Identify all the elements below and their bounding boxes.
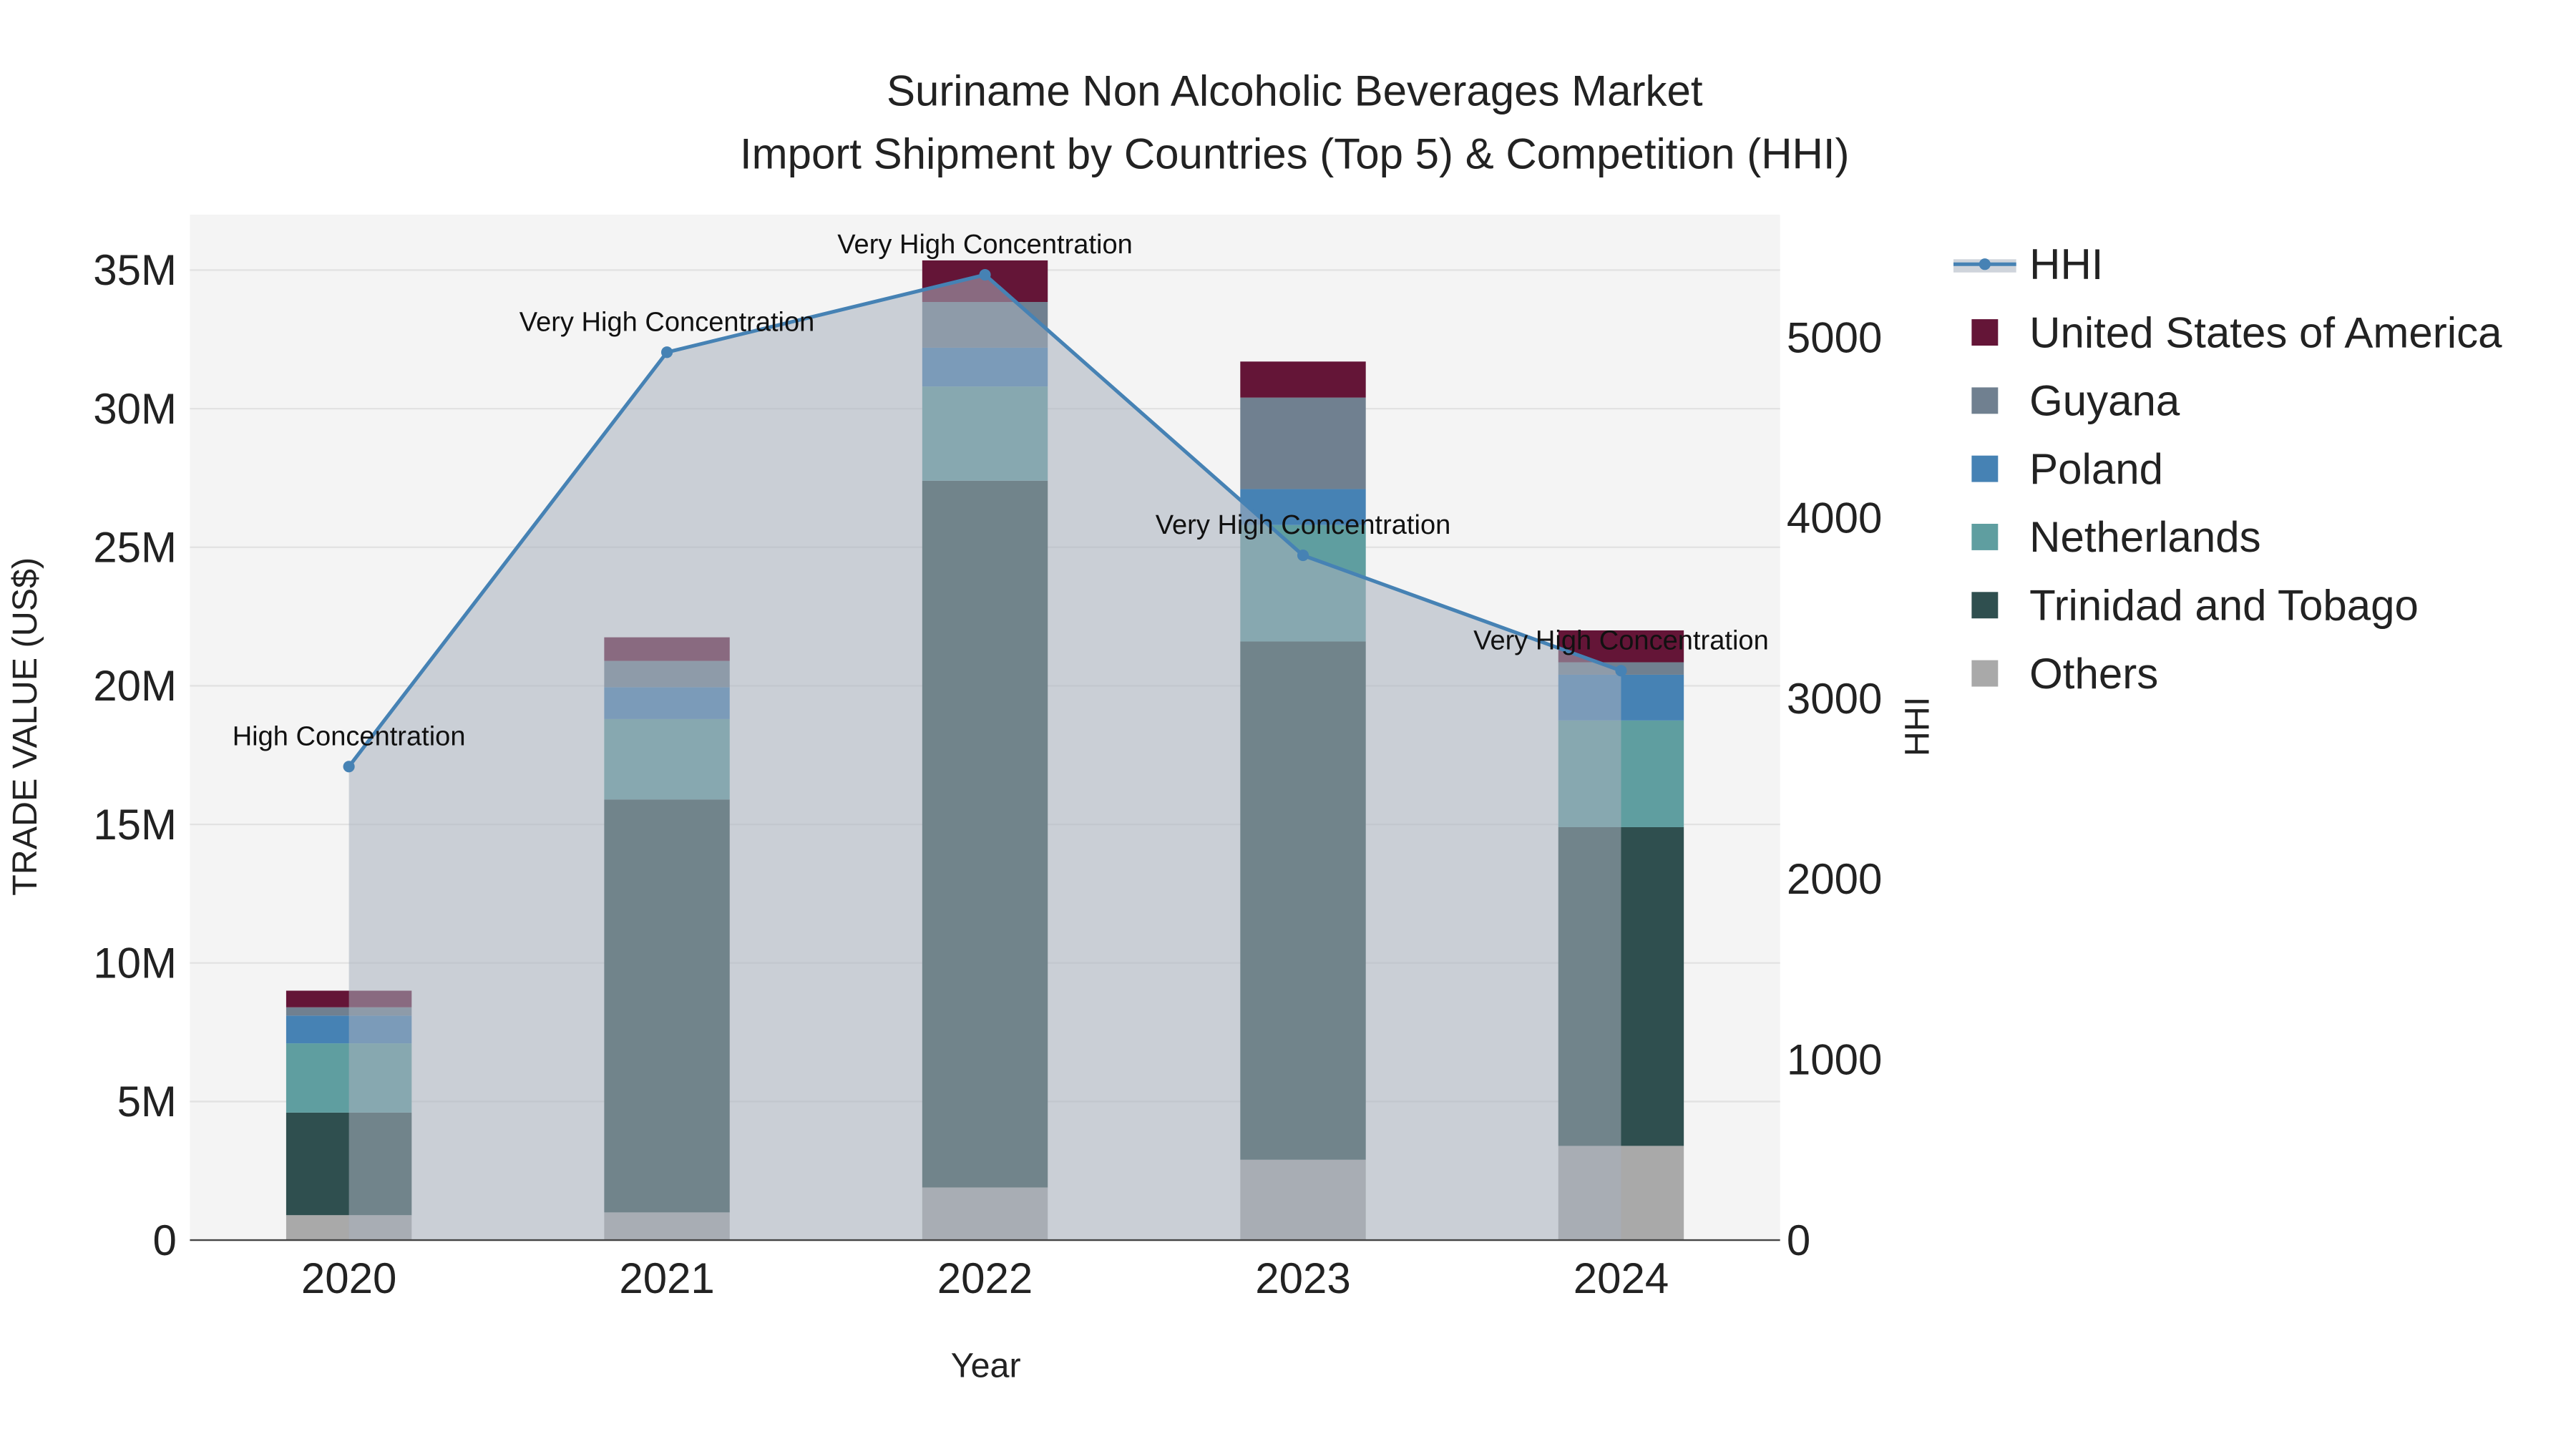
chart: Suriname Non Alcoholic Beverages Market … <box>6 67 2502 1385</box>
y2-tick-label: 5000 <box>1787 313 1882 361</box>
legend-swatch <box>1971 524 1999 550</box>
y-tick-label: 5M <box>117 1078 177 1126</box>
y2-tick-label: 3000 <box>1787 675 1882 723</box>
y-tick-label: 10M <box>93 940 177 987</box>
y-tick-label: 35M <box>93 246 177 294</box>
hhi-point-2020 <box>343 761 355 773</box>
hhi-point-2024 <box>1615 665 1627 677</box>
legend-label: Netherlands <box>2029 513 2261 561</box>
legend-swatch <box>1971 660 1999 687</box>
y-tick-label: 30M <box>93 385 177 433</box>
legend-label: Trinidad and Tobago <box>2029 582 2419 630</box>
legend: HHI United States of America Guyana Poland N… <box>1953 240 2502 698</box>
y-tick-label: 20M <box>93 662 177 710</box>
hhi-annotation: Very High Concentration <box>837 230 1133 260</box>
y-tick-label: 15M <box>93 801 177 849</box>
hhi-annotation: High Concentration <box>233 721 466 751</box>
legend-label: HHI <box>2029 240 2103 288</box>
y2-axis-label: HHI <box>1898 697 1936 756</box>
bar-guyana-2023 <box>1240 397 1366 489</box>
x-axis-label: Year <box>951 1347 1021 1385</box>
hhi-annotation: Very High Concentration <box>1156 510 1451 540</box>
legend-label: Others <box>2029 650 2158 698</box>
y2-tick-label: 0 <box>1787 1216 1810 1264</box>
x-tick-label: 2022 <box>937 1254 1033 1302</box>
legend-swatch <box>1971 455 1999 482</box>
x-tick-label: 2021 <box>619 1254 714 1302</box>
y2-tick-label: 2000 <box>1787 855 1882 903</box>
y-tick-label: 0 <box>153 1216 177 1264</box>
legend-label: Poland <box>2029 445 2163 493</box>
y2-tick-label: 1000 <box>1787 1036 1882 1084</box>
chart-title-line1: Suriname Non Alcoholic Beverages Market <box>887 67 1703 115</box>
hhi-point-2021 <box>661 346 673 358</box>
legend-label: Guyana <box>2029 377 2180 425</box>
hhi-annotation: Very High Concentration <box>1473 625 1769 655</box>
hhi-annotation: Very High Concentration <box>519 307 815 337</box>
legend-swatch <box>1971 319 1999 346</box>
x-tick-label: 2023 <box>1255 1254 1350 1302</box>
hhi-point-2022 <box>979 268 991 281</box>
y-tick-label: 25M <box>93 524 177 572</box>
legend-label: United States of America <box>2029 308 2502 356</box>
bar-united-states-of-america-2023 <box>1240 361 1366 398</box>
y2-tick-label: 4000 <box>1787 494 1882 542</box>
legend-hhi-marker-icon <box>1979 258 1991 270</box>
x-tick-label: 2024 <box>1574 1254 1669 1302</box>
x-tick-label: 2020 <box>301 1254 396 1302</box>
legend-swatch <box>1971 387 1999 414</box>
y-axis-label: TRADE VALUE (US$) <box>6 557 44 896</box>
legend-swatch <box>1971 592 1999 619</box>
chart-title-line2: Import Shipment by Countries (Top 5) & C… <box>740 130 1850 177</box>
hhi-point-2023 <box>1297 550 1309 562</box>
